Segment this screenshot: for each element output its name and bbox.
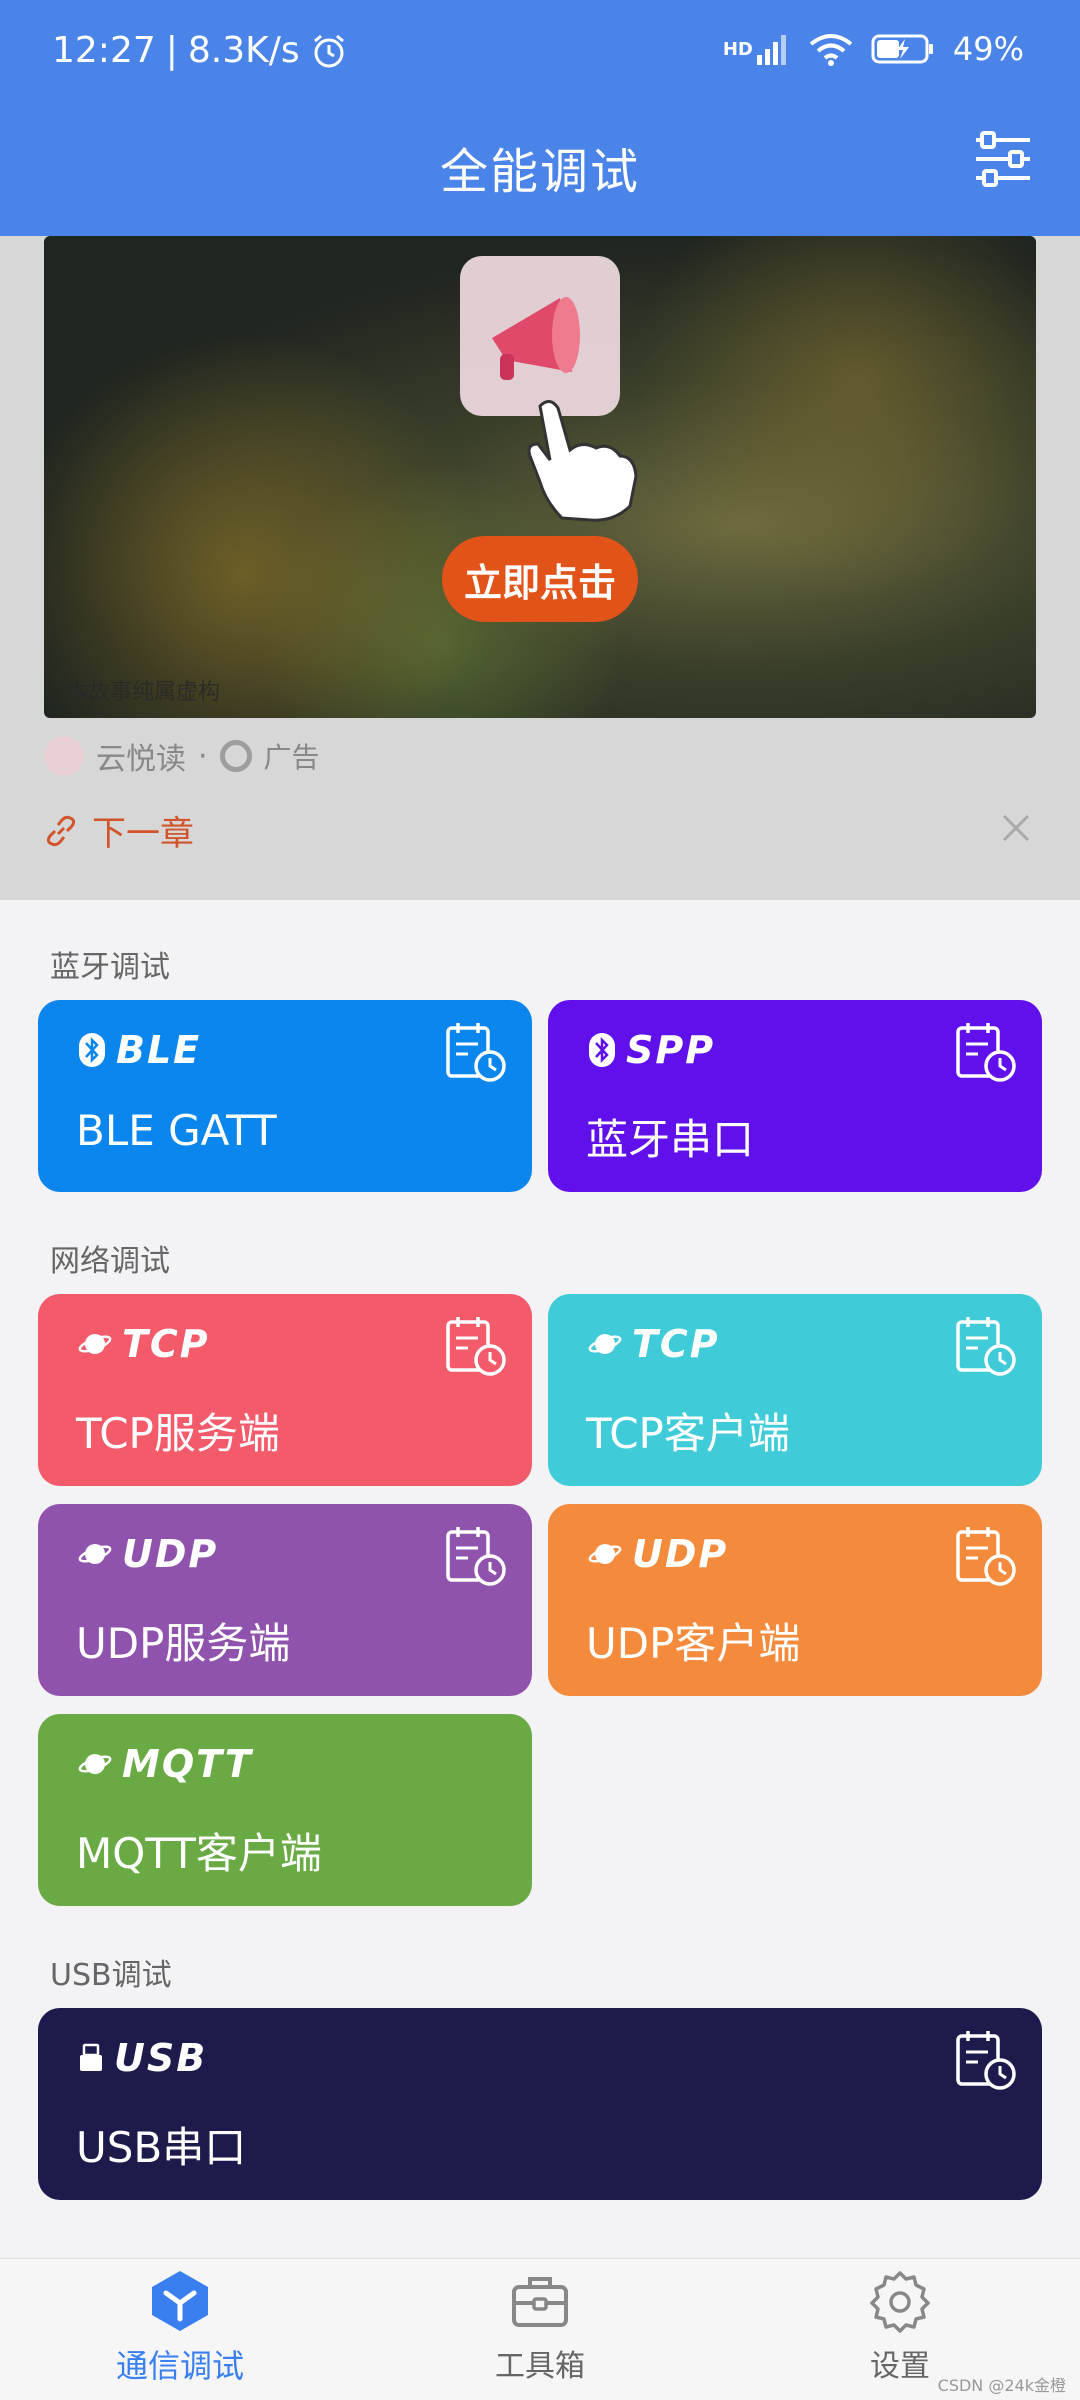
- section-title-usb: USB调试: [50, 1958, 172, 1993]
- card-udp-server[interactable]: UDP UDP服务端: [38, 1504, 532, 1696]
- status-time: 12:27: [52, 30, 156, 71]
- card-udp-client[interactable]: UDP UDP客户端: [548, 1504, 1042, 1696]
- log-history-icon[interactable]: [954, 2028, 1018, 2092]
- bluetooth-icon: [589, 1033, 615, 1067]
- planet-icon: [78, 1544, 112, 1564]
- status-separator: |: [165, 30, 178, 71]
- card-tcp-server[interactable]: TCP TCP服务端: [38, 1294, 532, 1486]
- card-tcp-client[interactable]: TCP TCP客户端: [548, 1294, 1042, 1486]
- alarm-icon: [313, 34, 344, 67]
- ad-next-label: 下一章: [92, 814, 194, 854]
- ad-label: 广告: [263, 741, 320, 774]
- card-tag: BLE: [78, 1028, 201, 1072]
- battery-level: 49%: [952, 30, 1024, 68]
- log-history-icon[interactable]: [444, 1314, 508, 1378]
- card-tag-text: TCP: [122, 1322, 210, 1366]
- gear-icon: [870, 2271, 930, 2333]
- card-tag: UDP: [588, 1532, 728, 1576]
- nav-item-label: 工具箱: [495, 2349, 585, 2384]
- log-history-icon[interactable]: [954, 1020, 1018, 1084]
- pointing-hand-icon: [527, 400, 638, 522]
- card-tag: USB: [78, 2036, 207, 2080]
- status-right: HD 49%: [723, 30, 1024, 68]
- ad-disclaimer: 本故事纯属虚构: [66, 680, 221, 705]
- signal-icon: [756, 35, 786, 65]
- ad-source-icon: [219, 740, 252, 772]
- page-title: 全能调试: [439, 144, 640, 200]
- card-tag-text: TCP: [632, 1322, 720, 1366]
- card-tag-text: USB: [114, 2036, 208, 2080]
- link-icon: [46, 815, 76, 846]
- status-bar: 12:27 | 8.3K/s HD 49%: [0, 0, 1080, 110]
- bottom-nav: 通信调试 工具箱 设置: [0, 2258, 1080, 2400]
- bluetooth-icon: [79, 1033, 105, 1067]
- card-mqtt-client[interactable]: MQTT MQTT客户端: [38, 1714, 532, 1906]
- card-spp[interactable]: SPP 蓝牙串口: [548, 1000, 1042, 1192]
- section-title-network: 网络调试: [50, 1244, 170, 1279]
- ad-banner[interactable]: 立即点击 本故事纯属虚构 云悦读 · 广告 下一章: [0, 236, 1080, 900]
- card-label: 蓝牙串口: [586, 1115, 755, 1164]
- section-title-bluetooth: 蓝牙调试: [50, 950, 170, 985]
- usb-plug-icon: [80, 2043, 102, 2071]
- card-label: TCP客户端: [586, 1409, 790, 1458]
- card-usb-serial[interactable]: USB USB串口: [38, 2008, 1042, 2200]
- planet-icon: [78, 1754, 112, 1774]
- card-label: USB串口: [76, 2123, 247, 2172]
- ad-cta-button[interactable]: 立即点击: [442, 536, 638, 622]
- ad-dot: ·: [198, 738, 208, 774]
- card-tag-text: UDP: [632, 1532, 729, 1576]
- card-label: UDP客户端: [586, 1619, 801, 1668]
- planet-icon: [78, 1334, 112, 1354]
- planet-icon: [588, 1334, 622, 1354]
- card-label: BLE GATT: [76, 1106, 277, 1155]
- card-label: UDP服务端: [76, 1619, 291, 1668]
- card-ble-gatt[interactable]: BLE BLE GATT: [38, 1000, 532, 1192]
- card-tag: UDP: [78, 1532, 218, 1576]
- cube-icon: [152, 2271, 208, 2331]
- card-tag-text: MQTT: [122, 1742, 253, 1786]
- toolbox-icon: [512, 2277, 568, 2327]
- close-icon[interactable]: [992, 804, 1040, 852]
- status-left: 12:27 | 8.3K/s: [52, 30, 348, 71]
- nav-item-label: 通信调试: [115, 2347, 244, 2385]
- log-history-icon[interactable]: [444, 1020, 508, 1084]
- ad-meta: 云悦读 · 广告: [44, 734, 320, 778]
- card-tag-text: SPP: [626, 1028, 716, 1072]
- ad-app-name: 云悦读: [96, 742, 186, 777]
- card-label: MQTT客户端: [76, 1829, 322, 1878]
- log-history-icon[interactable]: [954, 1314, 1018, 1378]
- card-tag-text: UDP: [122, 1532, 219, 1576]
- wifi-icon: [809, 34, 853, 66]
- card-tag: TCP: [78, 1322, 210, 1366]
- nav-item-comm-debug[interactable]: 通信调试: [70, 2269, 290, 2387]
- watermark: CSDN @24k金橙: [937, 2376, 1066, 2395]
- app-header: 12:27 | 8.3K/s HD 49% 全能调试: [0, 0, 1080, 236]
- battery-icon: [871, 34, 933, 64]
- network-type: HD: [722, 38, 753, 60]
- card-tag: MQTT: [78, 1742, 253, 1786]
- nav-item-toolbox[interactable]: 工具箱: [430, 2269, 650, 2385]
- card-tag: TCP: [588, 1322, 720, 1366]
- app-logo-icon: [44, 736, 84, 776]
- filter-settings-icon[interactable]: [974, 130, 1032, 188]
- card-tag: SPP: [588, 1028, 715, 1072]
- card-tag-text: BLE: [116, 1028, 202, 1072]
- ad-image[interactable]: 立即点击 本故事纯属虚构: [44, 236, 1036, 718]
- nav-item-settings[interactable]: 设置: [790, 2269, 1010, 2385]
- log-history-icon[interactable]: [444, 1524, 508, 1588]
- card-label: TCP服务端: [76, 1409, 280, 1458]
- status-speed: 8.3K/s: [187, 30, 300, 71]
- log-history-icon[interactable]: [954, 1524, 1018, 1588]
- planet-icon: [588, 1544, 622, 1564]
- ad-next-chapter-link[interactable]: 下一章: [44, 806, 194, 855]
